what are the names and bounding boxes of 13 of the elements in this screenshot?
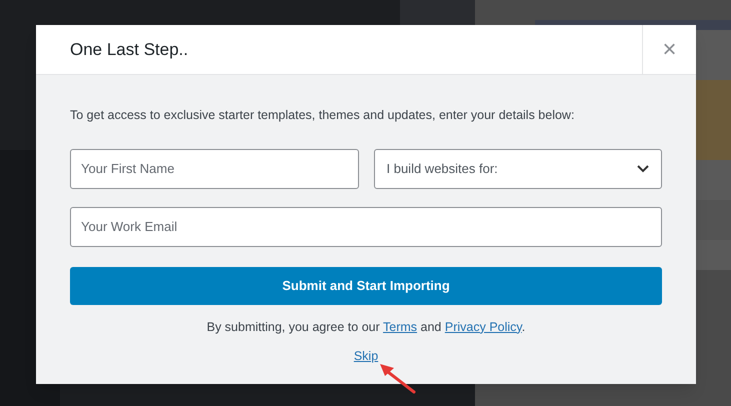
- close-button[interactable]: ×: [642, 25, 696, 74]
- skip-link[interactable]: Skip: [354, 346, 378, 366]
- intro-text: To get access to exclusive starter templates, themes and updates, enter your details below:: [70, 107, 576, 124]
- arrow-annotation-icon: [378, 362, 416, 394]
- website-type-select[interactable]: I build websites for:: [374, 148, 662, 189]
- input-field[interactable]: Your Work Email: [70, 206, 662, 247]
- terms-link[interactable]: Terms: [383, 320, 418, 334]
- dialog-title: One Last Step..: [69, 38, 190, 61]
- input-field[interactable]: Your First Name: [70, 148, 358, 189]
- submit-button[interactable]: Submit and Start Importing: [70, 266, 662, 305]
- privacy-policy-link[interactable]: Privacy Policy: [444, 320, 522, 334]
- chevron-down-icon: [637, 164, 649, 173]
- agreement-text: By submitting, you agree to our Terms and Privacy Policy.: [206, 318, 526, 336]
